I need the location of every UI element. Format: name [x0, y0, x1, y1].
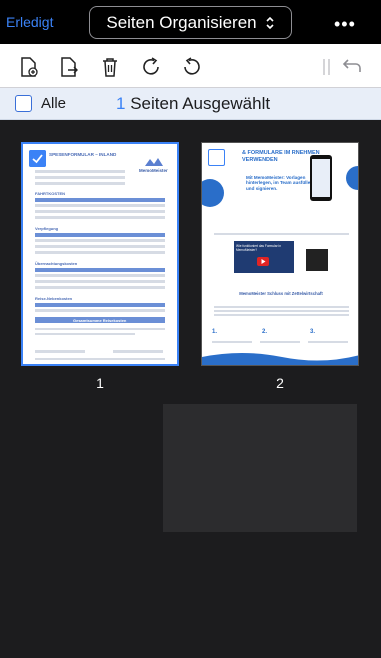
selection-info-label: Seiten Ausgewählt: [130, 94, 271, 113]
trash-icon[interactable]: [99, 56, 121, 78]
wave-decoration-icon: [202, 353, 358, 365]
page-2-step-2: 2.: [262, 329, 268, 335]
chevron-up-down-icon: [266, 16, 274, 29]
page-2-step-3: 3.: [310, 329, 316, 335]
page-number-2: 2: [276, 375, 284, 391]
cloud-decoration-icon: [202, 179, 224, 207]
page-1-heading: SPESENFORMULAR – INLAND: [49, 152, 117, 157]
page-number-1: 1: [96, 375, 104, 391]
page-1-section-3: Übernachtungskosten: [35, 261, 78, 266]
rotate-left-icon[interactable]: [181, 56, 203, 78]
smartphone-icon: [310, 155, 332, 201]
play-icon: [257, 257, 269, 266]
page-2-step-1: 1.: [212, 329, 218, 335]
page-1-logo-text: MemoMeister: [139, 168, 168, 173]
selection-bar: Alle 1 Seiten Ausgewählt: [0, 88, 381, 120]
page-1-section-1: FAHRTKOSTEN: [35, 191, 65, 196]
more-button[interactable]: •••: [334, 14, 356, 35]
undo-icon[interactable]: [340, 56, 362, 78]
page-1-total-label: Gesamtsumme Reisekosten: [73, 318, 127, 323]
checkmark-icon[interactable]: [29, 150, 46, 167]
toolbar: [0, 44, 381, 88]
page-title: Seiten Organisieren: [106, 12, 257, 32]
page-grid: SPESENFORMULAR – INLAND MemoMeister FAHR…: [0, 120, 381, 658]
done-button[interactable]: Erledigt: [6, 14, 53, 30]
add-page-icon[interactable]: [18, 56, 40, 78]
page-1-section-2: Verpflegung: [35, 226, 59, 231]
memomeister-logo-icon: [145, 158, 163, 166]
select-all-checkbox[interactable]: [15, 95, 32, 112]
page-2-subheading: MemoMeister Schluss mit Zettelwirtschaft: [239, 291, 323, 296]
cloud-decoration-right-icon: [346, 166, 358, 190]
page-thumbnail-2[interactable]: & FORMULARE IM RNEHMEN VERWENDEN Mit Mem…: [201, 142, 359, 366]
qr-code-icon: [306, 249, 328, 271]
page-2-video-caption: Wie funktioniert das Formular in MemoMei…: [236, 244, 281, 252]
export-page-icon[interactable]: [58, 56, 80, 78]
split-icon[interactable]: [316, 56, 338, 78]
selection-info: 1 Seiten Ausgewählt: [116, 94, 270, 114]
page-thumbnail-1[interactable]: SPESENFORMULAR – INLAND MemoMeister FAHR…: [21, 142, 179, 366]
navigation-bar: Erledigt Seiten Organisieren •••: [0, 0, 381, 44]
page-placeholder: [163, 404, 357, 532]
select-all-label[interactable]: Alle: [41, 95, 66, 112]
page-2-checkbox[interactable]: [208, 149, 225, 166]
page-2-tagline: Mit MemoMeister: Vorlagen hinterlegen, i…: [246, 175, 314, 191]
rotate-right-icon[interactable]: [140, 56, 162, 78]
title-dropdown[interactable]: Seiten Organisieren: [89, 6, 292, 39]
page-1-section-4: Reise-Nebenkosten: [35, 296, 73, 301]
page-2-heading: & FORMULARE IM RNEHMEN VERWENDEN: [242, 150, 320, 163]
